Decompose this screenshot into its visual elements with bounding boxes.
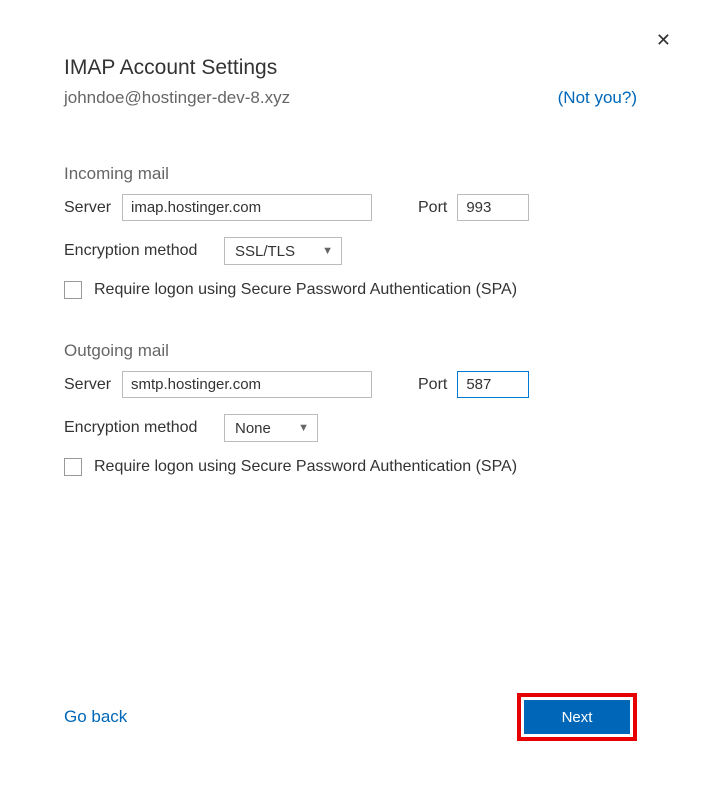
outgoing-section-title: Outgoing mail bbox=[64, 341, 637, 361]
incoming-port-label: Port bbox=[418, 199, 447, 217]
incoming-enc-label: Encryption method bbox=[64, 242, 214, 260]
incoming-server-input[interactable] bbox=[122, 194, 372, 221]
not-you-link[interactable]: (Not you?) bbox=[558, 88, 637, 108]
dialog-content: IMAP Account Settings johndoe@hostinger-… bbox=[0, 0, 701, 476]
outgoing-enc-row: Encryption method None ▼ bbox=[64, 414, 637, 442]
incoming-port-input[interactable] bbox=[457, 194, 529, 221]
incoming-enc-value: SSL/TLS bbox=[235, 243, 295, 260]
close-icon[interactable]: ✕ bbox=[656, 30, 671, 51]
page-title: IMAP Account Settings bbox=[64, 56, 637, 80]
outgoing-enc-dropdown[interactable]: None ▼ bbox=[224, 414, 318, 442]
footer: Go back Next bbox=[64, 693, 637, 741]
outgoing-server-label: Server bbox=[64, 376, 112, 394]
outgoing-server-input[interactable] bbox=[122, 371, 372, 398]
email-row: johndoe@hostinger-dev-8.xyz (Not you?) bbox=[64, 88, 637, 108]
outgoing-spa-checkbox[interactable] bbox=[64, 458, 82, 476]
incoming-server-row: Server Port bbox=[64, 194, 637, 221]
incoming-spa-label: Require logon using Secure Password Auth… bbox=[94, 281, 517, 299]
outgoing-enc-value: None bbox=[235, 420, 271, 437]
go-back-link[interactable]: Go back bbox=[64, 707, 127, 727]
incoming-enc-dropdown[interactable]: SSL/TLS ▼ bbox=[224, 237, 342, 265]
outgoing-port-input[interactable] bbox=[457, 371, 529, 398]
next-highlight: Next bbox=[517, 693, 637, 741]
chevron-down-icon: ▼ bbox=[322, 245, 333, 257]
incoming-spa-checkbox[interactable] bbox=[64, 281, 82, 299]
outgoing-spa-row: Require logon using Secure Password Auth… bbox=[64, 458, 637, 476]
outgoing-enc-label: Encryption method bbox=[64, 419, 214, 437]
incoming-section-title: Incoming mail bbox=[64, 164, 637, 184]
incoming-spa-row: Require logon using Secure Password Auth… bbox=[64, 281, 637, 299]
outgoing-port-label: Port bbox=[418, 376, 447, 394]
incoming-enc-row: Encryption method SSL/TLS ▼ bbox=[64, 237, 637, 265]
chevron-down-icon: ▼ bbox=[298, 422, 309, 434]
outgoing-spa-label: Require logon using Secure Password Auth… bbox=[94, 458, 517, 476]
incoming-server-label: Server bbox=[64, 199, 112, 217]
next-button[interactable]: Next bbox=[524, 700, 630, 734]
account-email: johndoe@hostinger-dev-8.xyz bbox=[64, 88, 290, 108]
outgoing-server-row: Server Port bbox=[64, 371, 637, 398]
